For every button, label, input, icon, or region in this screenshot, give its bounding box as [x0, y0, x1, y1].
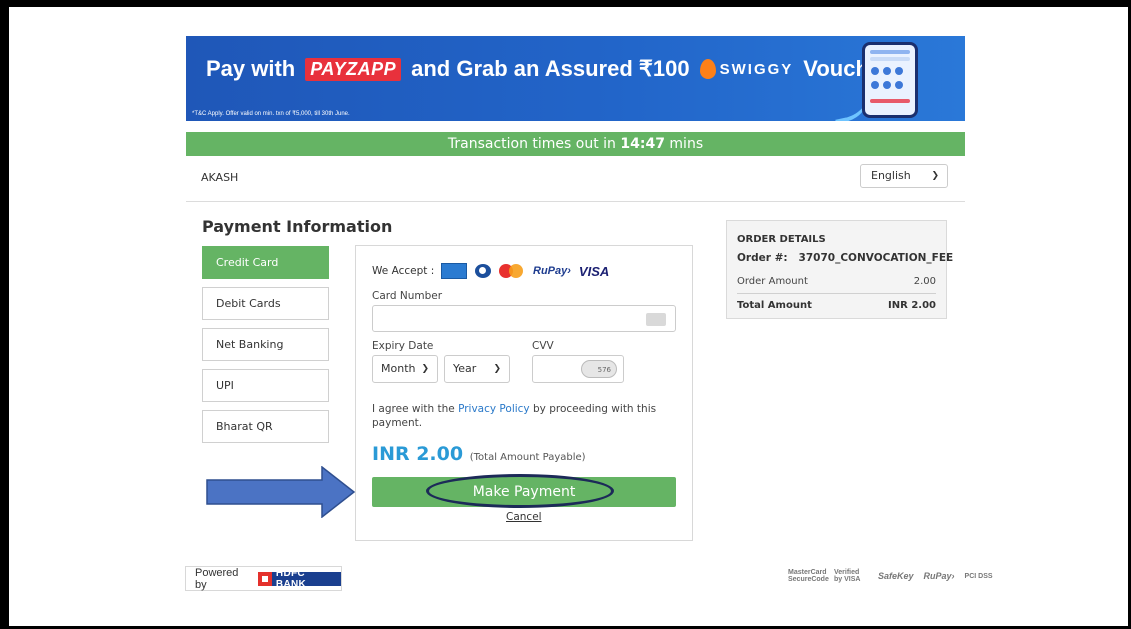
phone-bar — [870, 57, 910, 61]
verified-by-visa-logo: Verified by VISA — [834, 569, 861, 583]
hdfc-bank-logo: HDFC BANK — [258, 568, 341, 590]
swiggy-logo: SWIGGY — [699, 59, 794, 79]
tab-bharat-qr[interactable]: Bharat QR — [202, 410, 329, 443]
order-id-value: 37070_CONVOCATION_FEE — [798, 252, 954, 264]
expiry-year-value: Year — [453, 362, 477, 375]
timer-value: 14:47 — [620, 136, 665, 152]
expiry-date-label: Expiry Date — [372, 340, 434, 352]
amex-icon — [441, 263, 467, 279]
total-amount-value: INR 2.00 — [888, 300, 936, 311]
frame-top-border — [0, 0, 1131, 7]
card-number-input[interactable] — [372, 305, 676, 332]
mastercard-icon — [499, 264, 525, 278]
cvv-label: CVV — [532, 340, 554, 352]
merchant-name: AKASH — [201, 171, 239, 184]
accepted-cards: RuPay› VISA — [441, 263, 609, 279]
total-amount-label: Total Amount — [737, 300, 812, 311]
banner-terms: *T&C Apply. Offer valid on min. txn of ₹… — [192, 111, 350, 117]
expiry-year-select[interactable]: Year ❯ — [444, 355, 510, 383]
phone-app-icon — [895, 81, 903, 89]
safekey-logo: SafeKey — [878, 571, 914, 581]
cvv-input[interactable]: 576 — [532, 355, 624, 383]
payable-amount: INR 2.00 (Total Amount Payable) — [372, 443, 586, 465]
amount-value: INR 2.00 — [372, 443, 464, 465]
order-amount-label: Order Amount — [737, 276, 808, 287]
chevron-down-icon: ❯ — [931, 171, 939, 181]
mastercard-securecode-logo: MasterCard SecureCode — [788, 569, 829, 583]
annotation-arrow-icon — [206, 466, 356, 518]
chevron-down-icon: ❯ — [421, 364, 429, 374]
expiry-month-value: Month — [381, 362, 416, 375]
timer-prefix: Transaction times out in — [447, 136, 616, 152]
order-amount-value: 2.00 — [913, 276, 936, 287]
language-select[interactable]: English ❯ — [860, 164, 948, 188]
order-details-title: ORDER DETAILS — [737, 234, 826, 245]
privacy-agreement: I agree with the Privacy Policy by proce… — [372, 402, 672, 430]
powered-by-text: Powered by — [195, 566, 239, 591]
hdfc-bank-name: HDFC BANK — [275, 567, 307, 590]
order-divider — [737, 293, 936, 294]
banner-headline: Pay with PAYZAPP and Grab an Assured ₹10… — [206, 56, 898, 82]
payment-heading: Payment Information — [202, 217, 393, 236]
rupay-footer-logo: RuPay› — [923, 571, 955, 581]
chevron-down-icon: ❯ — [493, 364, 501, 374]
card-number-label: Card Number — [372, 290, 443, 302]
expiry-month-select[interactable]: Month ❯ — [372, 355, 438, 383]
phone-bar — [870, 99, 910, 103]
tab-net-banking[interactable]: Net Banking — [202, 328, 329, 361]
amount-note: (Total Amount Payable) — [469, 452, 586, 463]
cvv-hint-icon: 576 — [581, 360, 617, 378]
payzapp-logo: PAYZAPP — [305, 57, 402, 81]
swiggy-pin-icon — [699, 59, 716, 79]
timer-suffix: mins — [669, 136, 704, 152]
phone-app-icon — [883, 81, 891, 89]
tab-debit-cards[interactable]: Debit Cards — [202, 287, 329, 320]
header-divider — [186, 201, 965, 202]
hdfc-square-icon — [258, 571, 272, 586]
diners-club-icon — [475, 264, 491, 278]
frame-left-border — [0, 0, 9, 629]
phone-bar — [870, 50, 910, 54]
banner-pay-with: Pay with — [206, 56, 296, 81]
rupay-logo: RuPay› — [533, 265, 571, 277]
privacy-policy-link[interactable]: Privacy Policy — [458, 403, 530, 415]
tab-upi[interactable]: UPI — [202, 369, 329, 402]
language-selected: English — [871, 169, 911, 182]
order-details-panel: ORDER DETAILS Order #: 37070_CONVOCATION… — [726, 220, 953, 319]
card-icon — [646, 313, 666, 326]
cancel-link[interactable]: Cancel — [506, 511, 542, 523]
make-payment-button[interactable]: Make Payment — [372, 477, 676, 507]
order-id-label: Order #: — [737, 252, 788, 264]
agree-prefix: I agree with the — [372, 403, 455, 415]
transaction-timer: Transaction times out in 14:47 mins — [186, 132, 965, 156]
credit-card-form: We Accept : RuPay› VISA Card Number Expi… — [355, 245, 693, 541]
phone-app-icon — [871, 81, 879, 89]
pci-dss-logo: PCI DSS — [964, 572, 993, 580]
tab-credit-card[interactable]: Credit Card — [202, 246, 329, 279]
security-logos: MasterCard SecureCode Verified by VISA S… — [788, 569, 993, 583]
phone-app-icon — [871, 67, 879, 75]
swiggy-wordmark: SWIGGY — [719, 60, 794, 78]
we-accept-label: We Accept : — [372, 265, 435, 277]
phone-app-icon — [895, 67, 903, 75]
banner-offer-text: and Grab an Assured ₹100 — [411, 56, 690, 81]
phone-graphic — [862, 42, 918, 118]
order-id: Order #: 37070_CONVOCATION_FEE — [737, 252, 953, 264]
total-amount-row: Total Amount INR 2.00 — [737, 300, 936, 311]
powered-by-badge: Powered by HDFC BANK — [185, 566, 342, 591]
promo-banner[interactable]: Pay with PAYZAPP and Grab an Assured ₹10… — [186, 36, 965, 121]
order-amount-row: Order Amount 2.00 — [737, 276, 936, 287]
phone-app-icon — [883, 67, 891, 75]
visa-logo: VISA — [578, 263, 610, 279]
